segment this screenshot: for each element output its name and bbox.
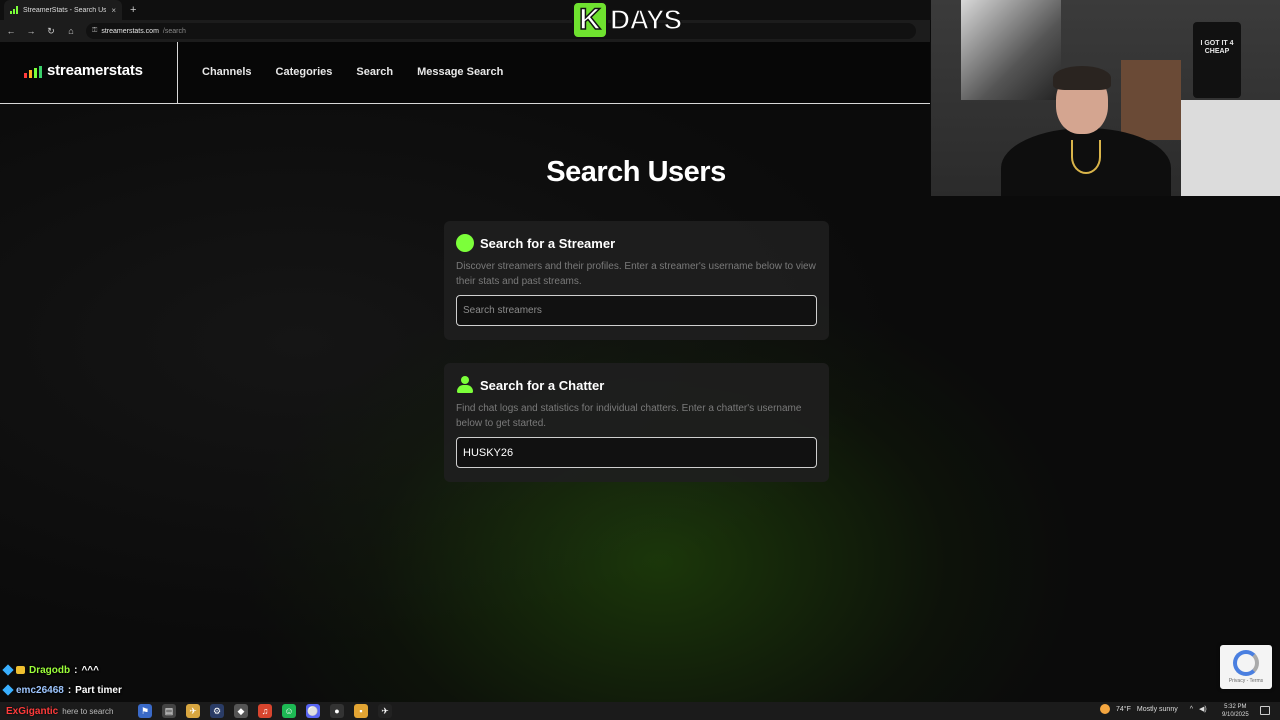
task-view-icon[interactable]: ▤ <box>162 704 176 718</box>
streamer-card-description: Discover streamers and their profiles. E… <box>456 261 816 287</box>
chatter-card-description: Find chat logs and statistics for indivi… <box>456 403 802 429</box>
reload-icon[interactable]: ↻ <box>46 26 56 37</box>
taskbar-clock[interactable]: 5:32 PM 9/10/2025 <box>1222 703 1249 719</box>
chat-username: emc26468 <box>16 684 64 696</box>
site-logo[interactable]: streamerstats <box>24 62 143 79</box>
logo-text: streamerstats <box>47 62 143 79</box>
webcam-shirt-text: I GOT IT 4 CHEAP <box>1200 40 1234 55</box>
site-header: streamerstats Channels Categories Search… <box>0 42 930 104</box>
taskbar-apps: ⚑ ▤ ✈ ⚙ ◆ ♫ ☺ ⚪ ● ▪ ✈ <box>138 704 392 718</box>
recaptcha-links[interactable]: Privacy - Terms <box>1220 678 1272 684</box>
kdays-banner: K DAYS <box>572 0 683 40</box>
weather-temp[interactable]: 74°F <box>1116 706 1131 713</box>
weather-desc[interactable]: Mostly sunny <box>1137 706 1178 713</box>
clock-time: 5:32 PM <box>1224 704 1247 710</box>
forward-icon[interactable]: → <box>26 26 36 36</box>
nav-search[interactable]: Search <box>356 66 393 78</box>
screen: StreamerStats - Search Users × + ← → ↻ ⌂… <box>0 0 1280 720</box>
streamer-search-card: Search for a Streamer Discover streamers… <box>444 221 829 340</box>
streamer-search-input[interactable] <box>456 295 817 326</box>
brave-browser-icon[interactable]: ♫ <box>258 704 272 718</box>
chatter-search-input[interactable] <box>456 437 817 468</box>
webcam-overlay: I GOT IT 4 CHEAP <box>931 0 1280 196</box>
tab-close-icon[interactable]: × <box>111 6 116 15</box>
recaptcha-icon <box>1233 650 1259 676</box>
streamerstats-favicon-icon <box>10 6 18 14</box>
webcam-shelf <box>1121 60 1181 140</box>
address-bar[interactable]: ⚿ streamerstats.com/search <box>86 23 916 39</box>
home-icon[interactable]: ⌂ <box>66 26 76 36</box>
nav-categories[interactable]: Categories <box>276 66 333 78</box>
widgets-icon[interactable]: ⚑ <box>138 704 152 718</box>
back-icon[interactable]: ← <box>6 26 16 36</box>
file-explorer-icon[interactable]: ✈ <box>186 704 200 718</box>
chat-badge-icon <box>2 664 14 676</box>
chatter-card-title-text: Search for a Chatter <box>480 377 605 393</box>
taskbar-tray: 74°F Mostly sunny ^ ◀) <box>1100 704 1207 714</box>
kdays-text: DAYS <box>609 3 683 36</box>
recaptcha-badge[interactable]: Privacy - Terms <box>1220 645 1272 689</box>
taskbar-search-text: here to search <box>62 706 114 716</box>
chatter-card-title: Search for a Chatter <box>456 375 817 395</box>
discord-icon[interactable]: ⚪ <box>306 704 320 718</box>
clock-date: 9/10/2025 <box>1222 712 1249 718</box>
header-divider <box>177 42 178 104</box>
site-info-icon[interactable]: ⚿ <box>92 27 97 35</box>
webcam-person-hair <box>1053 66 1111 90</box>
chat-message: emc26468 : Part timer <box>2 680 122 700</box>
site-nav: Channels Categories Search Message Searc… <box>202 66 503 78</box>
volume-icon[interactable]: ◀) <box>1199 705 1207 713</box>
chat-text: ^^^ <box>81 664 99 676</box>
chat-text: Part timer <box>75 684 122 696</box>
nav-channels[interactable]: Channels <box>202 66 252 78</box>
notifications-icon[interactable] <box>1260 706 1270 715</box>
user-icon <box>456 376 474 394</box>
chat-username: Dragodb <box>29 664 71 676</box>
nav-message-search[interactable]: Message Search <box>417 66 503 78</box>
url-path: /search <box>162 27 186 35</box>
obs-icon[interactable]: ● <box>330 704 344 718</box>
stream-chat-overlay: Dragodb : ^^^ emc26468 : Part timer <box>2 660 122 700</box>
new-tab-button[interactable]: + <box>130 4 136 16</box>
chat-message: Dragodb : ^^^ <box>2 660 122 680</box>
live-dot-icon <box>456 234 474 252</box>
url-host: streamerstats.com <box>101 27 159 35</box>
logo-bars-icon <box>24 66 42 78</box>
tray-chevron-icon[interactable]: ^ <box>1190 706 1193 713</box>
settings-icon[interactable]: ◆ <box>234 704 248 718</box>
browser-toolbar: ← → ↻ ⌂ ⚿ streamerstats.com/search <box>0 20 930 42</box>
webcam-hanging-shirt <box>1193 22 1241 98</box>
tab-title: StreamerStats - Search Users <box>23 6 107 14</box>
streamer-card-title-text: Search for a Streamer <box>480 235 616 251</box>
taskbar: ExGigantic here to search ⚑ ▤ ✈ ⚙ ◆ ♫ ☺ … <box>0 702 1280 720</box>
chat-badge-icon <box>2 684 14 696</box>
weather-sun-icon <box>1100 704 1110 714</box>
webcam-chain <box>1071 140 1101 174</box>
streamer-card-title: Search for a Streamer <box>456 233 817 253</box>
terminal-icon[interactable]: ✈ <box>378 704 392 718</box>
webcam-wall-art <box>961 0 1061 100</box>
webcam-window <box>1181 100 1280 196</box>
chrome-icon[interactable]: ▪ <box>354 704 368 718</box>
chatter-search-card: Search for a Chatter Find chat logs and … <box>444 363 829 482</box>
steam-icon[interactable]: ⚙ <box>210 704 224 718</box>
chat-sub-badge-icon <box>16 666 25 674</box>
taskbar-search[interactable]: ExGigantic here to search <box>6 704 113 718</box>
spotify-icon[interactable]: ☺ <box>282 704 296 718</box>
browser-tab[interactable]: StreamerStats - Search Users × <box>4 0 122 20</box>
kdays-k-logo: K <box>572 1 608 39</box>
chat-username-overlay: ExGigantic <box>6 705 59 717</box>
